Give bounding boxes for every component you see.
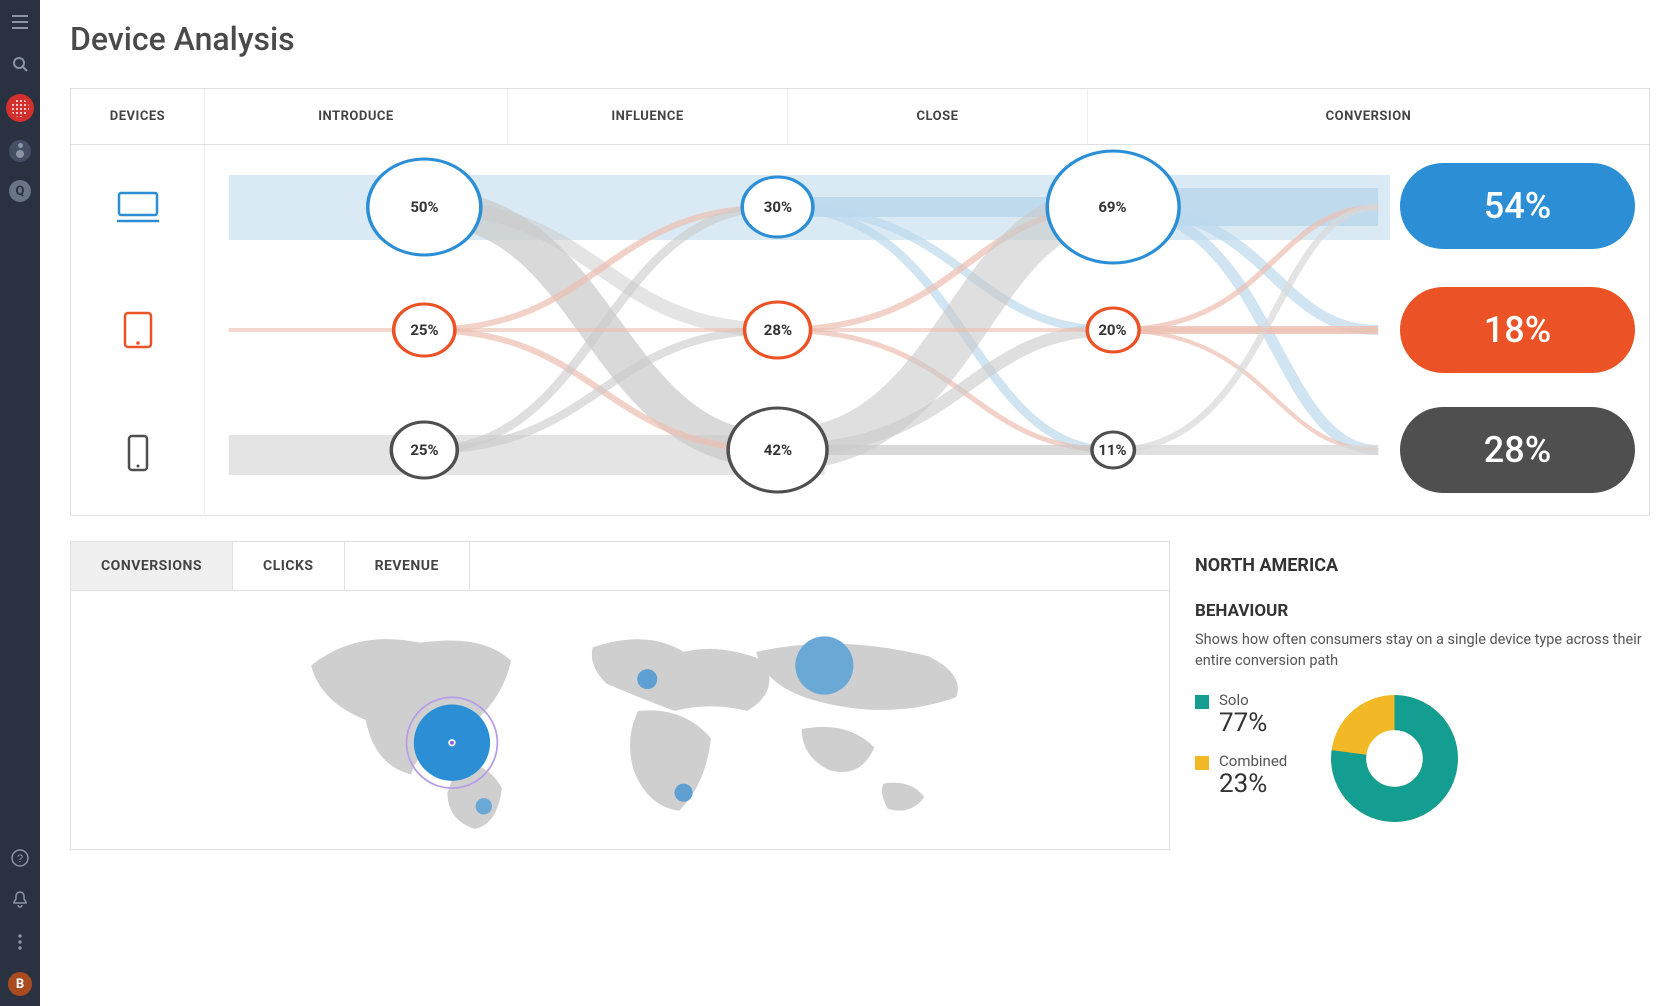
sankey-chart: 50% 30% 69% 25% 28% 20% 25% 42% 11% 54% … (71, 145, 1649, 515)
main-content: Device Analysis DEVICES INTRODUCE INFLUE… (40, 0, 1680, 1006)
tab-conversions[interactable]: CONVERSIONS (71, 542, 233, 590)
legend-combined: Combined 23% (1195, 752, 1287, 799)
behaviour-title: BEHAVIOUR (1195, 601, 1650, 621)
tab-clicks[interactable]: CLICKS (233, 542, 345, 590)
svg-text:?: ? (17, 853, 23, 865)
header-influence: INFLUENCE (508, 89, 788, 144)
behaviour-donut (1327, 691, 1462, 826)
selector-icon[interactable] (9, 140, 31, 162)
conversion-pill-desktop: 54% (1400, 163, 1635, 249)
conversion-pill-tablet: 18% (1400, 287, 1635, 373)
help-icon[interactable]: ? (8, 846, 32, 870)
header-introduce: INTRODUCE (205, 89, 508, 144)
sidebar: Q ? B (0, 0, 40, 1006)
legend-solo: Solo 77% (1195, 691, 1287, 738)
header-devices: DEVICES (71, 89, 205, 144)
more-dots-icon[interactable] (8, 930, 32, 954)
legend-swatch-solo (1195, 695, 1209, 709)
world-map[interactable] (70, 590, 1170, 850)
region-panel: NORTH AMERICA BEHAVIOUR Shows how often … (1195, 541, 1650, 850)
avatar[interactable]: B (8, 972, 32, 996)
metric-tabs: CONVERSIONS CLICKS REVENUE (70, 541, 1170, 590)
page-title: Device Analysis (70, 20, 1650, 58)
header-close: CLOSE (788, 89, 1088, 144)
brand-icon[interactable] (6, 94, 34, 122)
menu-icon[interactable] (8, 10, 32, 34)
bell-icon[interactable] (8, 888, 32, 912)
region-title: NORTH AMERICA (1195, 555, 1650, 576)
tab-revenue[interactable]: REVENUE (345, 542, 470, 590)
legend-swatch-combined (1195, 756, 1209, 770)
behaviour-desc: Shows how often consumers stay on a sing… (1195, 629, 1650, 671)
device-table-header: DEVICES INTRODUCE INFLUENCE CLOSE CONVER… (71, 89, 1649, 145)
header-conversion: CONVERSION (1088, 89, 1649, 144)
search-icon[interactable] (8, 52, 32, 76)
q-icon[interactable]: Q (9, 180, 31, 202)
conversion-pill-mobile: 28% (1400, 407, 1635, 493)
device-analysis-panel: DEVICES INTRODUCE INFLUENCE CLOSE CONVER… (70, 88, 1650, 516)
